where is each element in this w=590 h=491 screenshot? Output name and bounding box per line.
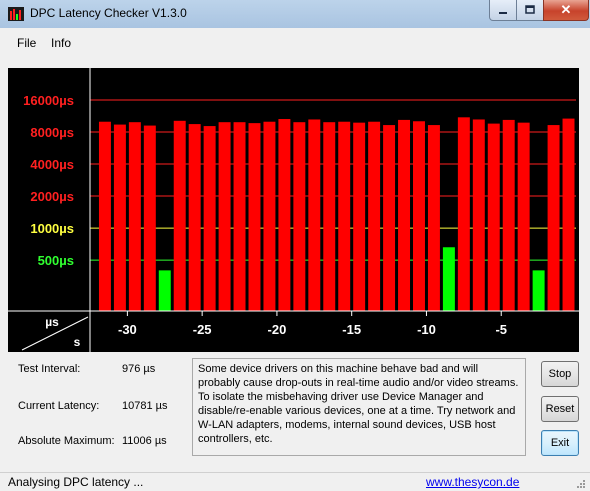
latency-bar <box>383 125 396 311</box>
latency-bar <box>233 122 246 311</box>
x-tick-label: -15 <box>342 322 361 337</box>
menu-info[interactable]: Info <box>49 36 73 50</box>
latency-bar <box>308 119 321 311</box>
latency-bar <box>188 124 201 311</box>
latency-bar <box>263 121 276 311</box>
latency-bar <box>457 117 470 311</box>
x-tick-label: -30 <box>118 322 137 337</box>
latency-bar <box>562 118 575 311</box>
info-message: Some device drivers on this machine beha… <box>192 358 526 456</box>
latency-bar <box>502 119 515 311</box>
latency-bar <box>368 121 381 311</box>
y-unit-label: µs <box>45 315 59 329</box>
window-title: DPC Latency Checker V1.3.0 <box>30 6 187 20</box>
latency-bar <box>398 119 411 311</box>
minimize-icon <box>499 12 507 14</box>
y-tick-label: 4000µs <box>30 157 74 172</box>
latency-bar <box>547 125 560 311</box>
latency-bar <box>413 121 425 311</box>
menu-file[interactable]: File <box>15 36 38 50</box>
latency-bar <box>98 121 111 311</box>
latency-bar <box>128 122 141 311</box>
menu-bar: File Info <box>0 28 590 58</box>
x-tick-label: -20 <box>268 322 287 337</box>
latency-bar <box>442 247 455 311</box>
app-icon <box>8 7 24 21</box>
latency-bar <box>427 125 440 311</box>
exit-button[interactable]: Exit <box>541 430 579 456</box>
y-tick-label: 1000µs <box>30 221 74 236</box>
minimize-button[interactable] <box>489 0 517 21</box>
test-interval-value: 976 µs <box>122 363 156 375</box>
latency-bar <box>353 122 366 311</box>
x-tick-label: -5 <box>495 322 507 337</box>
y-tick-label: 2000µs <box>30 189 74 204</box>
latency-bar <box>338 121 351 311</box>
latency-bar <box>517 122 530 311</box>
current-latency-value: 10781 µs <box>122 400 168 412</box>
close-button[interactable]: ✕ <box>543 0 589 21</box>
test-interval-label: Test Interval: <box>18 363 81 375</box>
x-tick-label: -25 <box>193 322 212 337</box>
latency-bar <box>158 270 171 311</box>
absolute-maximum-label: Absolute Maximum: <box>18 435 115 447</box>
latency-bar <box>203 126 216 311</box>
latency-bar <box>218 122 231 311</box>
absolute-maximum-value: 11006 µs <box>122 435 167 447</box>
latency-chart: 16000µs 8000µs 4000µs 2000µs 1000µs 500µs µs s -… <box>8 68 579 352</box>
y-tick-label: 8000µs <box>30 125 74 140</box>
status-bar: Analysing DPC latency ... www.thesycon.d… <box>0 472 590 491</box>
maximize-button[interactable] <box>516 0 544 21</box>
x-tick-label: -10 <box>417 322 436 337</box>
latency-bar <box>293 122 306 311</box>
window-body: File Info 16000µs 8000µs 4000µs 2000µs 1000µ… <box>0 28 590 472</box>
latency-bar <box>472 119 485 311</box>
latency-bar <box>113 124 126 311</box>
website-link[interactable]: www.thesycon.de <box>426 475 519 489</box>
resize-grip-icon[interactable] <box>574 477 586 489</box>
stop-button[interactable]: Stop <box>541 361 579 387</box>
latency-bar <box>143 125 156 311</box>
title-bar[interactable]: DPC Latency Checker V1.3.0 ✕ <box>0 0 590 28</box>
latency-bar <box>278 119 291 311</box>
latency-bar <box>248 123 261 311</box>
latency-bar <box>532 270 545 311</box>
latency-bar <box>487 123 500 311</box>
y-tick-label: 500µs <box>38 253 74 268</box>
maximize-icon <box>525 5 535 14</box>
current-latency-label: Current Latency: <box>18 400 100 412</box>
latency-bar <box>323 122 336 311</box>
reset-button[interactable]: Reset <box>541 396 579 422</box>
x-unit-label: s <box>74 335 81 349</box>
latency-bar <box>173 120 186 311</box>
y-tick-label: 16000µs <box>23 93 74 108</box>
status-text: Analysing DPC latency ... <box>8 475 144 489</box>
close-icon: ✕ <box>560 2 572 17</box>
